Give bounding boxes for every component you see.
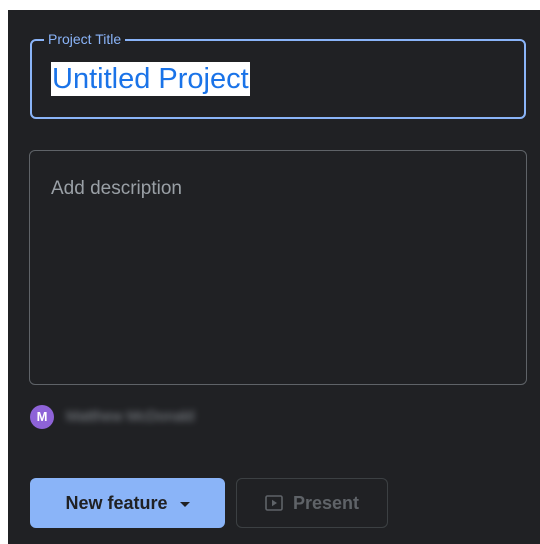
- owner-name: Matthew McDonald: [66, 408, 195, 425]
- new-feature-label: New feature: [65, 492, 168, 513]
- present-button[interactable]: Present: [236, 478, 388, 528]
- project-editor-panel: Project Title Untitled Project Add descr…: [8, 10, 540, 544]
- description-field[interactable]: Add description: [29, 150, 527, 385]
- play-box-icon: [265, 495, 283, 511]
- description-placeholder: Add description: [51, 178, 182, 199]
- chevron-down-icon: [179, 501, 190, 507]
- project-title-input[interactable]: Untitled Project: [51, 62, 250, 96]
- project-title-label: Project Title: [44, 30, 126, 48]
- present-label: Present: [292, 492, 360, 513]
- project-title-field[interactable]: Project Title Untitled Project: [30, 30, 526, 119]
- new-feature-button[interactable]: New feature: [30, 478, 225, 528]
- avatar: M: [30, 405, 54, 429]
